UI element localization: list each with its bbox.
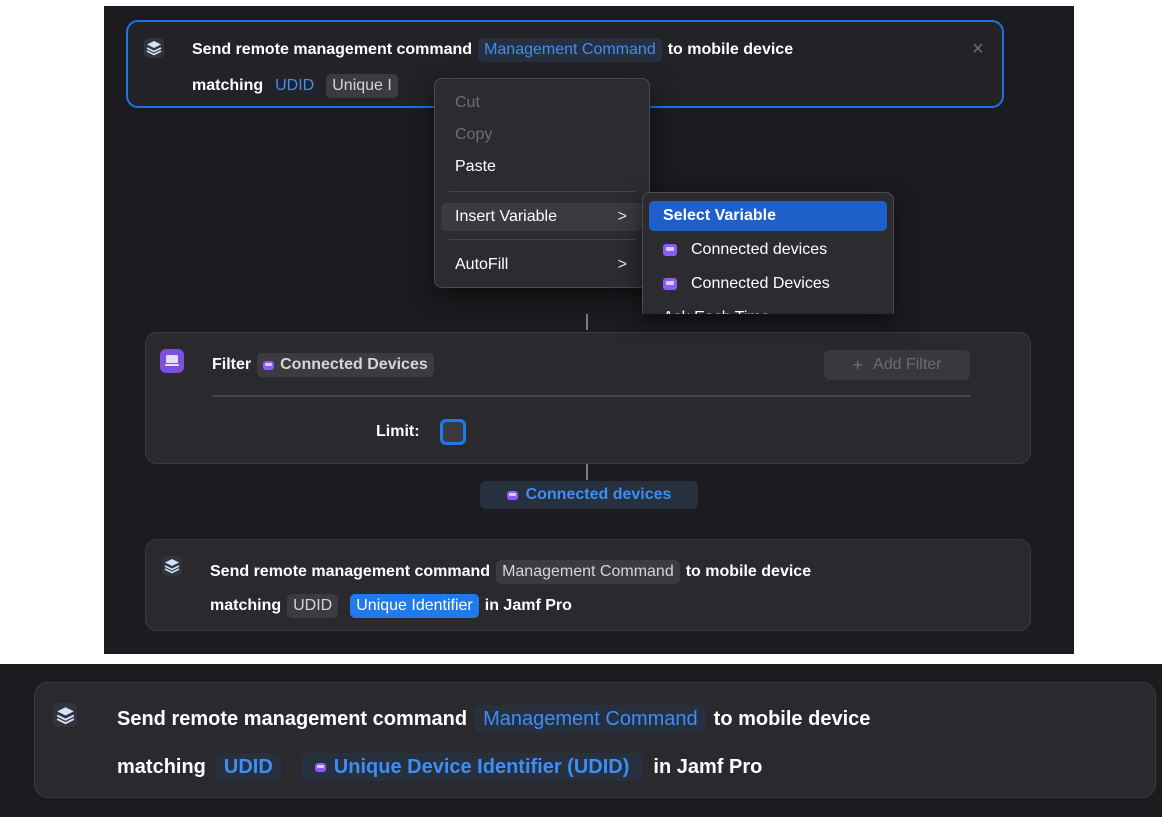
- close-icon[interactable]: ×: [972, 38, 984, 61]
- action-text: to mobile device: [667, 41, 794, 58]
- device-filter-icon: [160, 349, 184, 373]
- filter-divider: [212, 395, 970, 397]
- menu-item-insert-variable[interactable]: Insert Variable >: [441, 203, 643, 231]
- jamf-layers-icon: [162, 556, 182, 576]
- action-text: to mobile device: [713, 707, 871, 730]
- device-icon: [263, 360, 275, 370]
- udid-param[interactable]: UDID: [215, 753, 281, 781]
- device-icon: [506, 490, 518, 500]
- management-command-param[interactable]: Management Command: [496, 560, 680, 584]
- plus-icon: +: [852, 354, 864, 375]
- submenu-item-select-variable[interactable]: Select Variable: [649, 201, 887, 231]
- submenu-item-label: Connected Devices: [691, 275, 830, 292]
- filter-action[interactable]: Filter Connected Devices + Add Filter Li…: [145, 332, 1031, 464]
- device-icon: [663, 278, 677, 290]
- send-command-action[interactable]: Send remote management command Managemen…: [145, 539, 1031, 631]
- management-command-param[interactable]: Management Command: [478, 38, 662, 62]
- action-text: matching: [117, 755, 206, 778]
- submenu-item-connected-devices[interactable]: Connected devices: [649, 235, 887, 265]
- flow-connector: [586, 464, 588, 480]
- output-variable-pill[interactable]: Connected devices: [480, 481, 698, 509]
- action-text: in Jamf Pro: [653, 755, 763, 778]
- add-filter-label: Add Filter: [873, 356, 942, 373]
- identifier-param[interactable]: Unique I: [326, 74, 398, 98]
- submenu-item-label: Connected devices: [691, 241, 828, 258]
- limit-label: Limit:: [376, 423, 420, 440]
- menu-item-cut[interactable]: Cut: [441, 89, 643, 117]
- action-text: Send remote management command: [192, 41, 473, 58]
- shortcuts-editor-canvas-bottom: Send remote management command Managemen…: [0, 664, 1162, 817]
- filter-source-param[interactable]: Connected Devices: [257, 353, 434, 377]
- device-icon: [314, 762, 326, 772]
- action-text: matching: [192, 77, 264, 94]
- chevron-right-icon: >: [617, 208, 627, 225]
- limit-toggle[interactable]: [440, 419, 466, 445]
- filter-source-label: Connected Devices: [280, 356, 428, 373]
- menu-separator: [449, 239, 635, 240]
- action-text: in Jamf Pro: [484, 597, 572, 614]
- jamf-layers-icon: [53, 703, 77, 727]
- action-text: Send remote management command: [210, 563, 491, 580]
- action-text: matching: [210, 597, 282, 614]
- send-command-action-result[interactable]: Send remote management command Managemen…: [34, 682, 1156, 798]
- menu-separator: [449, 191, 635, 192]
- device-icon: [663, 244, 677, 256]
- identifier-param[interactable]: Unique Device Identifier (UDID): [300, 753, 644, 781]
- udid-param[interactable]: UDID: [269, 74, 320, 98]
- insert-variable-submenu: Select Variable Connected devices Connec…: [642, 192, 894, 314]
- menu-item-autofill[interactable]: AutoFill >: [441, 251, 643, 279]
- output-variable-label: Connected devices: [525, 486, 672, 503]
- jamf-layers-icon: [144, 38, 164, 58]
- filter-label: Filter: [212, 356, 252, 373]
- identifier-param[interactable]: Unique Identifier: [350, 594, 479, 618]
- management-command-param[interactable]: Management Command: [475, 705, 706, 733]
- identifier-label: Unique Device Identifier (UDID): [333, 756, 630, 778]
- udid-param[interactable]: UDID: [287, 594, 339, 618]
- add-filter-button[interactable]: + Add Filter: [824, 350, 970, 380]
- menu-item-copy[interactable]: Copy: [441, 121, 643, 149]
- shortcuts-editor-canvas: Send remote management command Managemen…: [104, 6, 1074, 654]
- action-text: Send remote management command: [117, 707, 468, 730]
- action-text: to mobile device: [685, 563, 812, 580]
- context-menu: Cut Copy Paste Insert Variable > AutoFil…: [434, 78, 650, 288]
- submenu-item-ask-each-time[interactable]: Ask Each Time: [649, 303, 887, 314]
- menu-item-label: Insert Variable: [455, 208, 557, 225]
- menu-item-paste[interactable]: Paste: [441, 153, 643, 181]
- submenu-item-connected-devices-2[interactable]: Connected Devices: [649, 269, 887, 299]
- chevron-right-icon: >: [617, 256, 627, 273]
- flow-connector: [586, 314, 588, 330]
- menu-item-label: AutoFill: [455, 256, 509, 273]
